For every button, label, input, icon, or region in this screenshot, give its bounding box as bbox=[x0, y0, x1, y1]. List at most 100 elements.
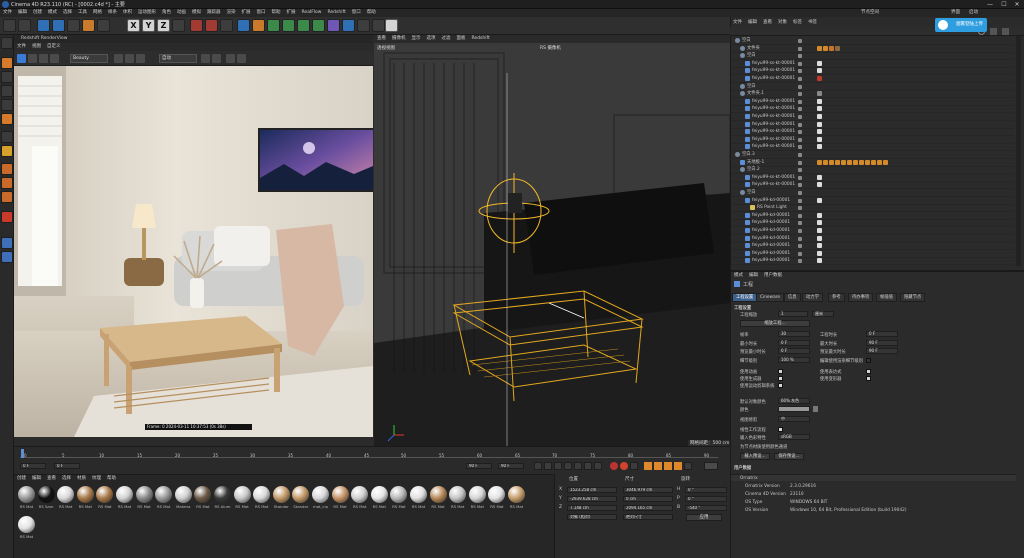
menu-startup[interactable]: 启动 bbox=[966, 9, 981, 17]
visibility-dot-icon[interactable] bbox=[798, 137, 802, 142]
menu-window-2[interactable]: 窗口 bbox=[349, 9, 364, 17]
menu-tracker[interactable]: 跟踪器 bbox=[204, 9, 224, 17]
tag-icon[interactable] bbox=[871, 159, 876, 165]
scale-project-button[interactable]: 缩放工程... bbox=[740, 320, 810, 327]
field-value-2[interactable]: 90 F bbox=[866, 339, 898, 346]
renderview-menu-file[interactable]: 文件 bbox=[14, 43, 29, 51]
tag-icon[interactable] bbox=[841, 159, 846, 165]
object-manager-scrollbar[interactable] bbox=[1016, 36, 1021, 266]
material-menu-select[interactable]: 选择 bbox=[59, 475, 74, 483]
menu-simulate[interactable]: 模拟 bbox=[189, 9, 204, 17]
coordinate-system-icon[interactable] bbox=[172, 19, 185, 32]
tag-icon[interactable] bbox=[817, 129, 822, 135]
rot-p-field[interactable]: 0 ° bbox=[685, 496, 727, 502]
visibility-dot-icon[interactable] bbox=[798, 84, 802, 89]
make-editable-icon[interactable] bbox=[1, 37, 13, 49]
workplane-icon[interactable] bbox=[385, 19, 398, 32]
model-mode-icon[interactable] bbox=[1, 57, 13, 69]
render-region-icon[interactable] bbox=[39, 54, 48, 63]
field-value[interactable]: 0 F bbox=[778, 348, 810, 354]
material-menu-help[interactable]: 帮助 bbox=[104, 475, 119, 483]
key-position-icon[interactable] bbox=[644, 462, 652, 470]
visibility-dot-icon[interactable] bbox=[798, 168, 802, 173]
load-preset-button[interactable]: 载入预设... bbox=[740, 453, 770, 460]
apply-button[interactable]: 应用 bbox=[686, 514, 722, 521]
option-checkbox[interactable] bbox=[778, 369, 783, 374]
pos-y-field[interactable]: -2939.628 cm bbox=[567, 496, 617, 502]
visibility-dot-icon[interactable] bbox=[798, 213, 802, 218]
menu-help-2[interactable]: 帮助 bbox=[364, 9, 379, 17]
menu-animate[interactable]: 动画 bbox=[174, 9, 189, 17]
visibility-dot-icon[interactable] bbox=[798, 259, 802, 264]
play-icon[interactable] bbox=[564, 462, 572, 470]
tag-icon[interactable] bbox=[817, 243, 822, 249]
material-swatch[interactable]: RS Mat bbox=[507, 486, 526, 513]
record-icon[interactable] bbox=[610, 462, 618, 470]
size-z-field[interactable]: 2094.165 cm bbox=[623, 505, 673, 511]
field-value-2[interactable]: 0 F bbox=[866, 331, 898, 337]
option-checkbox[interactable] bbox=[778, 383, 783, 388]
rot-b-field[interactable]: -540 ° bbox=[685, 505, 727, 511]
menu-extensions-2[interactable]: 扩展 bbox=[284, 9, 299, 17]
om-menu-edit[interactable]: 编辑 bbox=[745, 19, 760, 27]
menu-window[interactable]: 窗口 bbox=[254, 9, 269, 17]
tag-icon[interactable] bbox=[829, 159, 834, 165]
material-swatch[interactable]: RS Alum bbox=[213, 486, 232, 513]
layout-icon[interactable] bbox=[1, 237, 13, 249]
object-name[interactable]: feiyu99-kd-00001 bbox=[752, 257, 790, 265]
tag-icon[interactable] bbox=[883, 159, 888, 165]
visibility-dot-icon[interactable] bbox=[798, 160, 802, 165]
tag-icon[interactable] bbox=[823, 159, 828, 165]
material-swatch[interactable]: RS Mat bbox=[17, 516, 36, 543]
current-frame-field[interactable]: 0 F bbox=[54, 463, 80, 469]
field-value-2[interactable]: 90 F bbox=[866, 348, 898, 354]
menu-mode[interactable]: 模式 bbox=[45, 9, 60, 17]
polygon-mode-icon[interactable] bbox=[1, 113, 13, 125]
material-swatch[interactable]: Standar bbox=[272, 486, 291, 513]
edge-mode-icon[interactable] bbox=[1, 99, 13, 111]
render-lod-checkbox[interactable] bbox=[866, 357, 871, 363]
viewport-menu-view[interactable]: 查看 bbox=[374, 35, 389, 43]
visibility-dot-icon[interactable] bbox=[798, 61, 802, 66]
redo-icon[interactable] bbox=[18, 19, 31, 32]
material-swatch[interactable]: RS Mat bbox=[487, 486, 506, 513]
visibility-dot-icon[interactable] bbox=[798, 77, 802, 81]
perspective-viewport[interactable] bbox=[374, 43, 730, 446]
save-preset-button[interactable]: 保存预设... bbox=[774, 453, 804, 460]
option-checkbox[interactable] bbox=[778, 376, 783, 381]
move-icon[interactable] bbox=[52, 19, 65, 32]
attr-menu-userdata[interactable]: 用户数据 bbox=[761, 272, 785, 280]
point-mode-icon[interactable] bbox=[1, 85, 13, 97]
light-icon[interactable] bbox=[357, 19, 370, 32]
viewport-menu-display[interactable]: 显示 bbox=[409, 35, 424, 43]
snapshot-icon[interactable] bbox=[50, 54, 59, 63]
color-swatch[interactable] bbox=[778, 406, 810, 412]
menu-help[interactable]: 帮助 bbox=[269, 9, 284, 17]
menu-spline[interactable]: 样条 bbox=[105, 9, 120, 17]
viewport-camera-label[interactable]: RS 摄像机 bbox=[540, 45, 561, 51]
last-frame-icon[interactable] bbox=[594, 462, 602, 470]
tag-icon[interactable] bbox=[817, 159, 822, 165]
menu-redshift[interactable]: Redshift bbox=[324, 9, 348, 17]
x-axis-button[interactable]: X bbox=[127, 19, 140, 32]
camera-icon[interactable] bbox=[342, 19, 355, 32]
render-view-icon[interactable] bbox=[190, 19, 203, 32]
viewport-menu-filter[interactable]: 过滤 bbox=[439, 35, 454, 43]
material-menu-texture[interactable]: 纹理 bbox=[89, 475, 104, 483]
scale-unit-select[interactable]: 厘米 bbox=[812, 311, 834, 317]
render-settings-icon[interactable] bbox=[220, 19, 233, 32]
material-swatch[interactable]: RS Mat bbox=[468, 486, 487, 513]
menu-mesh[interactable]: 网格 bbox=[90, 9, 105, 17]
zoom-icon[interactable] bbox=[125, 54, 134, 63]
tag-icon[interactable] bbox=[859, 159, 864, 165]
tab-frame-interp[interactable]: 帧插值 bbox=[876, 293, 897, 302]
viewport-menu-redshift[interactable]: Redshift bbox=[469, 35, 493, 43]
scale-icon[interactable] bbox=[67, 19, 80, 32]
visibility-dot-icon[interactable] bbox=[798, 115, 802, 119]
menu-tools[interactable]: 工具 bbox=[75, 9, 90, 17]
redshift-icon[interactable] bbox=[1, 211, 13, 223]
snow-icon[interactable] bbox=[226, 54, 235, 63]
visibility-dot-icon[interactable] bbox=[798, 145, 802, 150]
visibility-dot-icon[interactable] bbox=[798, 99, 802, 104]
tab-hidden-nodes[interactable]: 隐藏节点 bbox=[900, 293, 926, 302]
